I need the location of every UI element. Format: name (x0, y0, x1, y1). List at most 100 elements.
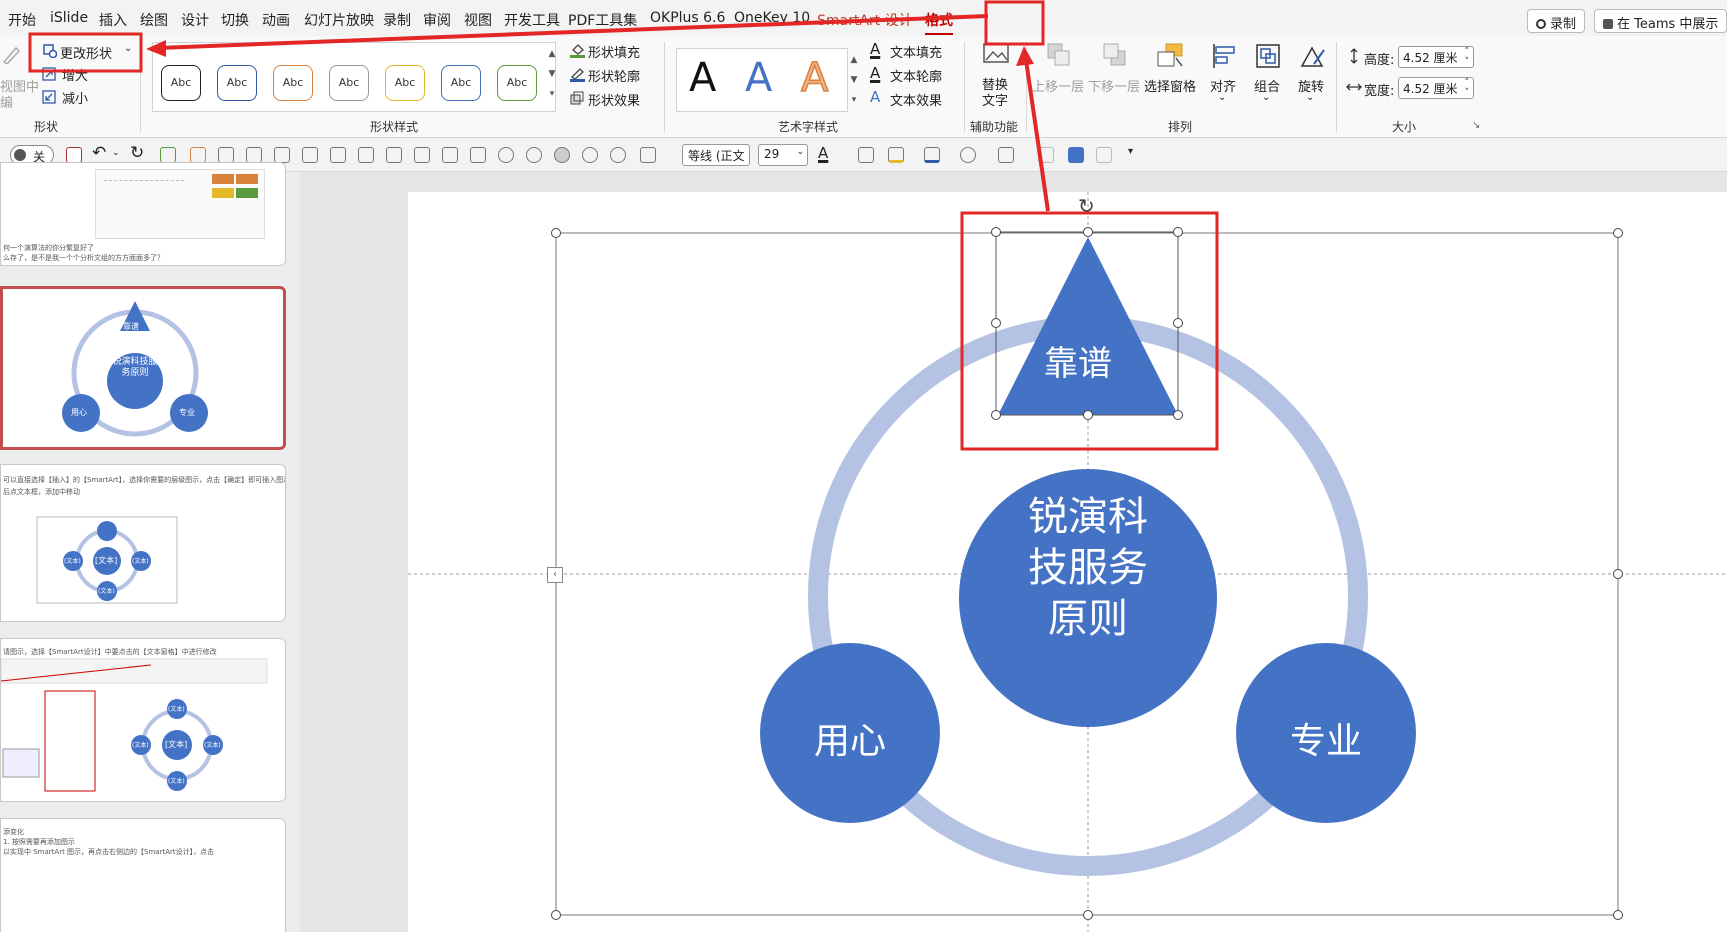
shape-style-3[interactable]: Abc (273, 65, 313, 101)
shape-handle[interactable] (1083, 227, 1093, 237)
shape-handle[interactable] (991, 318, 1001, 328)
font-size-select[interactable]: 29 ⌄ (758, 144, 808, 166)
tab-onekey[interactable]: OneKey 10 (734, 10, 810, 26)
shape-handle[interactable] (991, 410, 1001, 420)
align-center-icon[interactable] (302, 147, 318, 163)
format-painter-icon[interactable] (1096, 147, 1112, 163)
bring-forward-button[interactable]: 上移一层 (1032, 42, 1084, 112)
wordart-scroll[interactable]: ▲ ▼ ▾ (848, 50, 860, 110)
subtract-icon[interactable] (610, 147, 626, 163)
edit-points-icon[interactable] (640, 147, 656, 163)
left-circle-label[interactable]: 用心 (810, 712, 890, 764)
wordart-style-3[interactable]: A (800, 54, 829, 102)
send-backward-button[interactable]: 下移一层 (1088, 42, 1140, 112)
larger-button[interactable]: 增大 (40, 64, 100, 84)
tab-record[interactable]: 录制 (383, 10, 411, 30)
resize-handle[interactable] (551, 910, 561, 920)
tab-draw[interactable]: 绘图 (140, 10, 168, 30)
toolbar-icon[interactable] (218, 147, 234, 163)
chevron-down-icon[interactable]: ⌄ (112, 148, 120, 158)
shape-format-icon[interactable] (960, 147, 976, 163)
shape-style-4[interactable]: Abc (329, 65, 369, 101)
selection-pane-button[interactable]: 选择窗格 (1144, 42, 1200, 112)
redo-icon[interactable]: ↻ (130, 143, 144, 163)
merge-shapes-icon[interactable] (498, 147, 514, 163)
shape-style-2[interactable]: Abc (217, 65, 257, 101)
crop-tool-icon[interactable] (190, 147, 206, 163)
wordart-style-2[interactable]: A (745, 55, 772, 101)
right-circle-label[interactable]: 专业 (1286, 712, 1366, 764)
change-shape-button[interactable]: 更改形状 ⌄ (40, 40, 136, 62)
triangle-label[interactable]: 靠谱 (1044, 336, 1112, 385)
text-outline-button[interactable]: A 文本轮廓 (870, 64, 956, 85)
tab-smartart-design[interactable]: SmartArt 设计 (817, 10, 913, 30)
tab-developer[interactable]: 开发工具 (504, 10, 560, 30)
slide-thumbnail-2[interactable]: 靠谱 锐演科技服务原则 用心 专业 (0, 286, 286, 450)
text-pane-toggle-icon[interactable]: ‹ (547, 567, 563, 583)
rotate-button[interactable]: 旋转 ⌄ (1292, 42, 1332, 112)
text-box-icon[interactable] (858, 147, 874, 163)
tab-insert[interactable]: 插入 (99, 10, 127, 30)
shape-handle[interactable] (1083, 410, 1093, 420)
shape-handle[interactable] (1173, 227, 1183, 237)
align-top-icon[interactable] (358, 147, 374, 163)
align-left-icon[interactable] (274, 147, 290, 163)
height-input[interactable]: 4.52 厘米 ˄ ˅ (1398, 46, 1474, 68)
shape-handle[interactable] (1173, 410, 1183, 420)
wordart-style-1[interactable]: A (689, 55, 716, 101)
shape-tool-icon[interactable] (160, 147, 176, 163)
resize-handle[interactable] (551, 228, 561, 238)
distribute-icon[interactable] (442, 147, 458, 163)
tab-home[interactable]: 开始 (8, 10, 36, 30)
rotate-small-icon[interactable] (998, 147, 1014, 163)
font-name-select[interactable]: 等线 (正文 (682, 144, 750, 166)
slide-canvas[interactable]: ‹ ↻ 靠谱 锐演科 技服务 原则 用心 专业 (408, 192, 1727, 932)
align-button[interactable]: 对齐 ⌄ (1204, 42, 1244, 112)
shape-style-5[interactable]: Abc (385, 65, 425, 101)
width-input[interactable]: 4.52 厘米 ˄ ˅ (1398, 77, 1474, 99)
shape-fill-button[interactable]: 形状填充 (570, 40, 650, 61)
distribute-vertical-icon[interactable] (470, 147, 486, 163)
shape-fill-swatch-icon[interactable] (1068, 147, 1084, 163)
align-right-icon[interactable] (330, 147, 346, 163)
outline-color-icon[interactable] (924, 147, 940, 163)
text-effects-button[interactable]: A 文本效果 (870, 88, 956, 109)
rotate-handle-icon[interactable]: ↻ (1078, 194, 1095, 218)
customize-toolbar-icon[interactable]: ▾ (1128, 146, 1133, 157)
slide-thumbnail-3[interactable]: 可以直接选择【插入】的【SmartArt】，选择你需要的层级图示，点击【确定】即… (0, 464, 286, 622)
center-label-line-3[interactable]: 原则 (1008, 594, 1168, 645)
save-icon[interactable] (66, 147, 82, 163)
tab-transitions[interactable]: 切换 (221, 10, 249, 30)
group-button[interactable]: 组合 ⌄ (1248, 42, 1288, 112)
toolbar-icon[interactable] (246, 147, 262, 163)
resize-handle[interactable] (1613, 228, 1623, 238)
tab-slideshow[interactable]: 幻灯片放映 (304, 10, 374, 30)
resize-handle[interactable] (1083, 910, 1093, 920)
shape-handle[interactable] (991, 227, 1001, 237)
resize-handle[interactable] (1613, 910, 1623, 920)
tab-islide[interactable]: iSlide (50, 10, 88, 26)
shape-effects-button[interactable]: 形状效果 (570, 88, 650, 109)
text-fill-button[interactable]: A 文本填充 (870, 40, 956, 61)
font-color-icon[interactable]: A (818, 144, 828, 162)
tab-view[interactable]: 视图 (464, 10, 492, 30)
slide-thumbnail-1[interactable]: 何一个演算法的你分繁复好了 么存了，是不是我一个个分析文组的方方面面多了？ (0, 162, 286, 266)
intersect-icon[interactable] (582, 147, 598, 163)
record-button[interactable]: 录制 (1527, 9, 1586, 33)
dialog-launcher-icon[interactable]: ↘ (1472, 120, 1480, 131)
tab-pdf-tools[interactable]: PDF工具集 (568, 10, 637, 30)
undo-icon[interactable]: ↶ (92, 143, 106, 163)
teams-present-button[interactable]: 在 Teams 中展示 (1594, 9, 1727, 33)
shape-outline-button[interactable]: 形状轮廓 (570, 64, 650, 85)
shape-handle[interactable] (1173, 318, 1183, 328)
gallery-scroll[interactable]: ▲ ▼ ▾ (546, 44, 558, 110)
smaller-button[interactable]: 减小 (40, 87, 100, 107)
shape-style-6[interactable]: Abc (441, 65, 481, 101)
shape-style-7[interactable]: Abc (497, 65, 537, 101)
tab-format[interactable]: 格式 (925, 10, 953, 35)
tab-design[interactable]: 设计 (181, 10, 209, 30)
fragment-icon[interactable] (554, 147, 570, 163)
alt-text-button[interactable]: 替换 文字 (976, 42, 1016, 112)
center-label-line-2[interactable]: 技服务 (1008, 543, 1168, 594)
tab-review[interactable]: 审阅 (423, 10, 451, 30)
